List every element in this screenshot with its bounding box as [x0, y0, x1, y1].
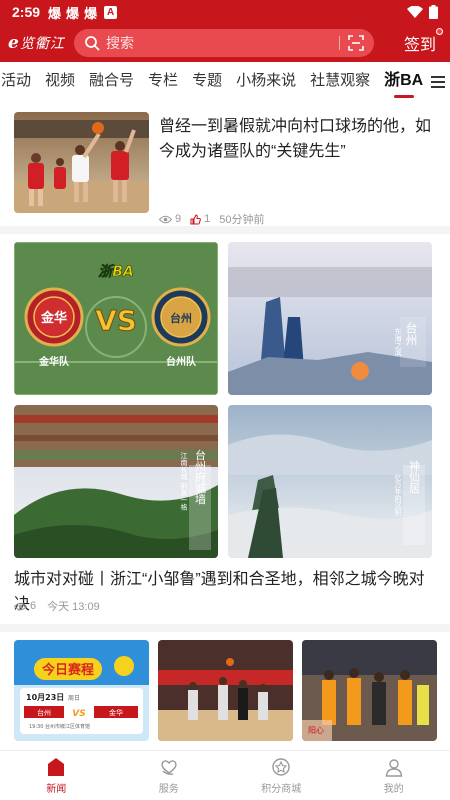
nav-mine-label: 我的	[383, 783, 404, 795]
news-meta: 9 1 50分钟前	[159, 211, 265, 227]
section-divider	[0, 226, 450, 234]
nav-service-label: 服务	[158, 783, 179, 795]
taizhou-sub: 东海之滨	[394, 327, 402, 357]
bottom-nav: 新闻 服务 积分商城 我的	[0, 750, 450, 800]
tab-activity[interactable]: 活动	[0, 62, 38, 102]
nav-news[interactable]: 新闻	[0, 751, 113, 800]
crowd-photo: 阳心	[302, 640, 437, 741]
notification-icon: 爆	[84, 5, 98, 21]
schedule-image: 今日赛程 10月23日 周日 台州 VS 金华 19:30 台州市椒江区体育馆	[14, 640, 149, 741]
search-bar[interactable]: 搜索	[74, 29, 374, 57]
signin-label: 签到	[403, 37, 436, 54]
tab-media-account[interactable]: 融合号	[82, 62, 141, 102]
view-count: 6	[30, 600, 37, 612]
news-meta: 6 今天 13:09	[14, 598, 100, 614]
team-right-badge: 台州	[170, 311, 192, 325]
nav-points-mall-label: 积分商城	[261, 783, 302, 795]
news-title: 曾经一到暑假就冲向村口球场的他，如今成为诸暨队的“关键先生”	[159, 118, 432, 160]
like-count: 1	[204, 213, 211, 225]
search-divider	[339, 36, 340, 50]
nav-service[interactable]: 服务	[113, 751, 226, 800]
view-count: 9	[175, 213, 182, 225]
section-divider	[0, 624, 450, 632]
taizhou-tag: 台州	[404, 321, 418, 346]
vs-matchup-image: 金华 台州 VS 浙BA 金华队 台州队	[14, 242, 218, 395]
schedule-vs: VS	[72, 709, 85, 719]
channel-menu-button[interactable]	[426, 62, 450, 102]
news-icon	[48, 757, 65, 776]
tab-topic[interactable]: 专题	[185, 62, 229, 102]
search-icon	[85, 36, 100, 51]
app-logo: e览衢江	[8, 33, 74, 53]
tab-strip: 活动 视频 融合号 专栏 专题 小杨来说 社慧观察 浙BA	[0, 62, 430, 102]
signin-dot-badge	[436, 28, 443, 35]
shenxianju-tag: 神仙居	[408, 459, 421, 494]
app-header: e览衢江 搜索 签到	[0, 24, 450, 62]
team-left-badge: 金华	[40, 310, 67, 326]
news-item[interactable]: 今日赛程 10月23日 周日 台州 VS 金华 19:30 台州市椒江区体育馆	[14, 640, 437, 742]
zheba-logo-text: 浙BA	[98, 263, 134, 280]
crowd-tag: 阳心	[308, 726, 324, 735]
status-time: 2:59	[12, 4, 41, 20]
tab-zheba[interactable]: 浙BA	[377, 62, 430, 102]
tab-column[interactable]: 专栏	[141, 62, 185, 102]
news-image-grid[interactable]: 金华 台州 VS 浙BA 金华队 台州队 台州 东海之滨 台州府城墙 江南长城 …	[14, 242, 434, 560]
scan-icon[interactable]	[348, 35, 364, 51]
menu-icon	[431, 76, 445, 88]
nav-mine[interactable]: 我的	[338, 751, 450, 800]
city-wall-tag: 台州府城墙	[194, 448, 207, 505]
news-time: 今天 13:09	[47, 601, 100, 613]
city-wall-image: 台州府城墙 江南长城 别具一格	[14, 405, 218, 558]
schedule-title: 今日赛程	[41, 662, 94, 678]
logo-text: 览衢江	[19, 36, 65, 52]
status-bar: 2:59 爆 爆 爆 A	[0, 0, 450, 24]
battery-icon	[429, 5, 438, 19]
logo-prefix: e	[8, 33, 20, 53]
notification-icon: 爆	[66, 5, 80, 21]
nav-points-mall[interactable]: 积分商城	[225, 751, 338, 800]
user-icon	[385, 758, 403, 777]
news-feed: 曾经一到暑假就冲向村口球场的他，如今成为诸暨队的“关键先生” 9 1 50分钟前	[0, 102, 450, 750]
team-left-name: 金华队	[38, 355, 70, 368]
view-icon	[159, 215, 172, 223]
wifi-icon	[407, 6, 423, 18]
search-input[interactable]: 搜索	[106, 33, 339, 53]
a-badge-icon: A	[104, 5, 118, 19]
schedule-weekday: 周日	[68, 695, 80, 702]
team-right-name: 台州队	[166, 355, 197, 368]
heart-hand-icon	[161, 759, 177, 775]
schedule-team-b: 金华	[109, 708, 123, 717]
shenxianju-image: 神仙居 亿万年的沉积	[228, 405, 432, 558]
channel-tabs: 活动 视频 融合号 专栏 专题 小杨来说 社慧观察 浙BA	[0, 62, 450, 102]
news-time: 50分钟前	[219, 214, 265, 226]
schedule-kickoff: 19:30 台州市椒江区体育馆	[29, 723, 90, 730]
news-thumbnail	[14, 112, 149, 213]
game-photo	[158, 640, 293, 741]
view-icon	[14, 602, 27, 610]
like-icon	[190, 213, 201, 224]
schedule-date: 10月23日	[26, 693, 64, 702]
schedule-team-a: 台州	[37, 708, 51, 717]
signin-button[interactable]: 签到	[403, 28, 443, 55]
taizhou-skyline-image: 台州 东海之滨	[228, 242, 432, 395]
shenxianju-sub: 亿万年的沉积	[394, 473, 402, 517]
notification-icon: 爆	[48, 5, 62, 21]
news-item[interactable]: 曾经一到暑假就冲向村口球场的他，如今成为诸暨队的“关键先生” 9 1 50分钟前	[14, 112, 436, 226]
vs-text: VS	[95, 304, 137, 337]
tab-observation[interactable]: 社慧观察	[303, 62, 377, 102]
city-wall-sub: 江南长城 别具一格	[180, 452, 188, 511]
app-screen: 2:59 爆 爆 爆 A e览衢江 搜索 签到 活动 视频 融合号 专栏 专题 …	[0, 0, 450, 800]
nav-news-label: 新闻	[46, 783, 67, 795]
tab-xiaoyang[interactable]: 小杨来说	[229, 62, 303, 102]
star-coin-icon	[272, 757, 290, 776]
tab-video[interactable]: 视频	[38, 62, 82, 102]
